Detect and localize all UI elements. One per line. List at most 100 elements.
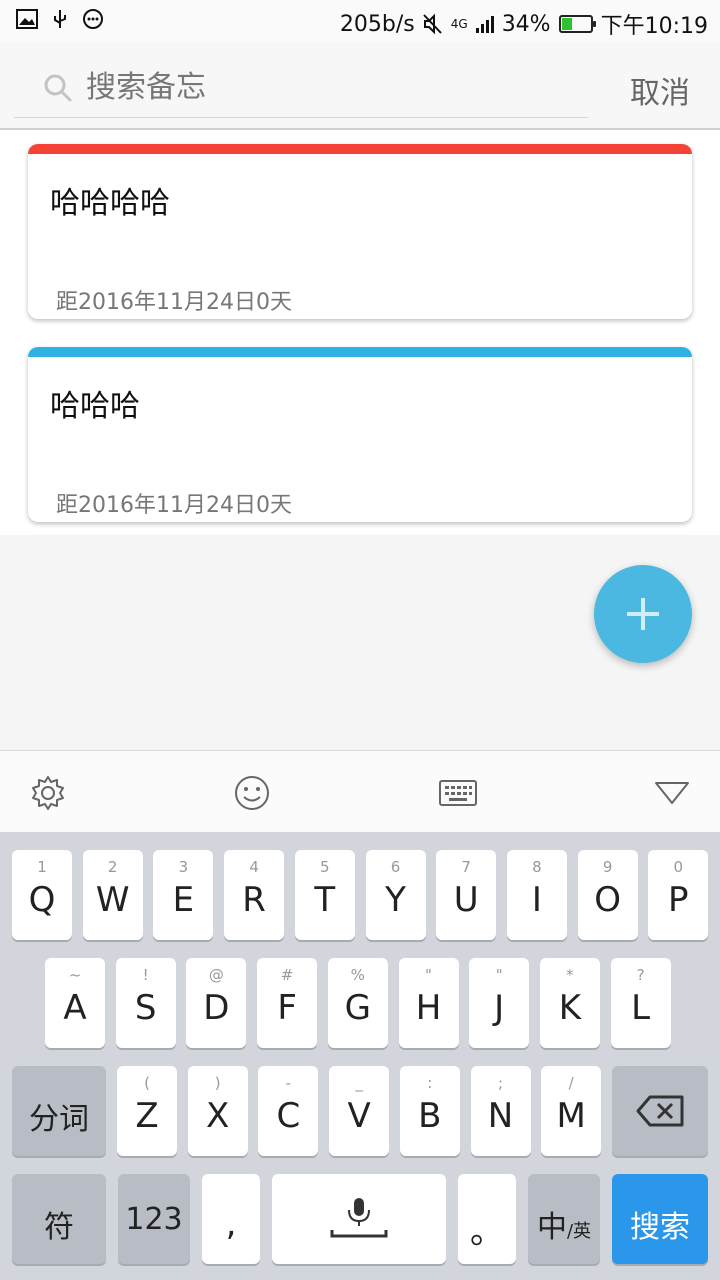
key-hint: " xyxy=(425,966,432,984)
key-hint: 0 xyxy=(673,858,684,876)
key-hint: 9 xyxy=(602,858,613,876)
key-hint: ? xyxy=(636,966,645,984)
key-i[interactable]: 8I xyxy=(506,850,567,940)
key-label: W xyxy=(95,880,130,920)
key-t[interactable]: 5T xyxy=(294,850,355,940)
collapse-keyboard-icon[interactable] xyxy=(652,773,692,813)
key-q[interactable]: 1Q xyxy=(12,850,72,940)
key-label: X xyxy=(206,1096,230,1136)
note-card[interactable]: 哈哈哈 距2016年11月24日0天 xyxy=(28,347,692,522)
key-p[interactable]: 0P xyxy=(648,850,709,940)
microphone-icon xyxy=(330,1198,388,1238)
key-l[interactable]: ? L xyxy=(610,958,671,1048)
status-icons-left xyxy=(16,8,104,30)
comma-key[interactable]: , xyxy=(202,1174,260,1264)
status-icons-right: 205b/s 4G 34% 下午10:19 xyxy=(340,8,708,40)
backspace-key[interactable] xyxy=(612,1066,708,1156)
key-hint: ) xyxy=(214,1074,221,1092)
key-x[interactable]: ) X xyxy=(187,1066,248,1156)
key-label: C xyxy=(276,1096,301,1136)
search-key[interactable]: 搜索 xyxy=(612,1174,708,1264)
key-label: H xyxy=(415,988,442,1028)
key-u[interactable]: 7U xyxy=(436,850,497,940)
note-date: 距2016年11月24日0天 xyxy=(56,493,292,518)
key-g[interactable]: % G xyxy=(327,958,388,1048)
key-label: L xyxy=(631,988,651,1028)
key-z[interactable]: (Z xyxy=(117,1066,177,1156)
key-label: K xyxy=(558,988,582,1028)
network-speed: 205b/s xyxy=(339,11,415,37)
key-label: G xyxy=(344,988,371,1028)
key-label: V xyxy=(347,1096,371,1136)
status-bar: 205b/s 4G 34% 下午10:19 xyxy=(0,0,720,42)
key-label: D xyxy=(203,988,230,1028)
key-label: F xyxy=(277,988,297,1028)
more-icon xyxy=(83,9,103,29)
key-hint: " xyxy=(495,966,503,984)
key-hint: ! xyxy=(142,966,149,984)
key-hint: _ xyxy=(355,1074,363,1092)
key-h[interactable]: " H xyxy=(398,958,459,1048)
search-input[interactable] xyxy=(86,64,566,110)
note-date: 距2016年11月24日0天 xyxy=(56,290,292,315)
key-hint: 1 xyxy=(37,858,47,876)
signal-icon xyxy=(475,15,494,33)
key-m[interactable]: / M xyxy=(541,1066,602,1156)
key-label: T xyxy=(314,880,336,920)
key-w[interactable]: 2W xyxy=(82,850,143,940)
key-label: P xyxy=(668,880,689,920)
key-f[interactable]: # F xyxy=(257,958,318,1048)
key-v[interactable]: _ V xyxy=(329,1066,390,1156)
add-note-button[interactable] xyxy=(594,565,692,663)
key-hint: 7 xyxy=(461,858,471,876)
note-color-strip xyxy=(28,144,692,154)
key-j[interactable]: " J xyxy=(469,958,530,1048)
key-hint: / xyxy=(568,1074,574,1092)
keyboard-icon[interactable] xyxy=(438,773,478,813)
key-hint: : xyxy=(427,1074,433,1092)
key-hint: 2 xyxy=(107,858,118,876)
note-title: 哈哈哈 xyxy=(50,389,140,424)
symbol-key[interactable]: 符 xyxy=(12,1174,106,1264)
space-key[interactable] xyxy=(272,1174,446,1264)
key-label: E xyxy=(172,880,195,920)
key-hint: ~ xyxy=(68,966,82,984)
gear-icon[interactable] xyxy=(28,773,68,813)
key-hint: - xyxy=(285,1074,292,1092)
key-d[interactable]: @ D xyxy=(186,958,247,1048)
key-hint: ; xyxy=(497,1074,504,1092)
language-toggle-key[interactable]: 中/英 xyxy=(528,1174,600,1264)
key-hint: 6 xyxy=(390,858,401,876)
key-a[interactable]: ~ A xyxy=(45,958,105,1048)
segment-key[interactable]: 分词 xyxy=(12,1066,106,1156)
mute-icon xyxy=(423,13,442,35)
key-label: S xyxy=(134,988,157,1028)
key-k[interactable]: * K xyxy=(539,958,600,1048)
key-hint: 4 xyxy=(249,858,259,876)
key-r[interactable]: 4R xyxy=(224,850,285,940)
key-label: U xyxy=(453,880,479,920)
key-label: B xyxy=(418,1096,442,1136)
period-key[interactable]: 。 xyxy=(458,1174,516,1264)
key-label: A xyxy=(63,988,87,1028)
key-hint: % xyxy=(350,966,365,984)
key-s[interactable]: ! S xyxy=(115,958,176,1048)
key-e[interactable]: 3E xyxy=(153,850,214,940)
key-label: Z xyxy=(135,1096,159,1136)
key-hint: 3 xyxy=(178,858,189,876)
note-card[interactable]: 哈哈哈哈 距2016年11月24日0天 xyxy=(28,144,692,319)
search-field[interactable] xyxy=(14,62,588,118)
key-n[interactable]: ; N xyxy=(470,1066,531,1156)
key-hint: 5 xyxy=(320,858,330,876)
key-b[interactable]: :B xyxy=(399,1066,460,1156)
emoji-icon[interactable] xyxy=(232,773,272,813)
key-hint: @ xyxy=(208,966,224,984)
key-label: I xyxy=(531,880,542,920)
backspace-icon xyxy=(636,1095,684,1127)
numeric-key[interactable]: 123 xyxy=(118,1174,190,1264)
key-c[interactable]: -C xyxy=(258,1066,319,1156)
image-icon xyxy=(16,9,38,29)
key-o[interactable]: 9O xyxy=(577,850,638,940)
key-y[interactable]: 6Y xyxy=(365,850,426,940)
cancel-button[interactable]: 取消 xyxy=(630,68,690,112)
